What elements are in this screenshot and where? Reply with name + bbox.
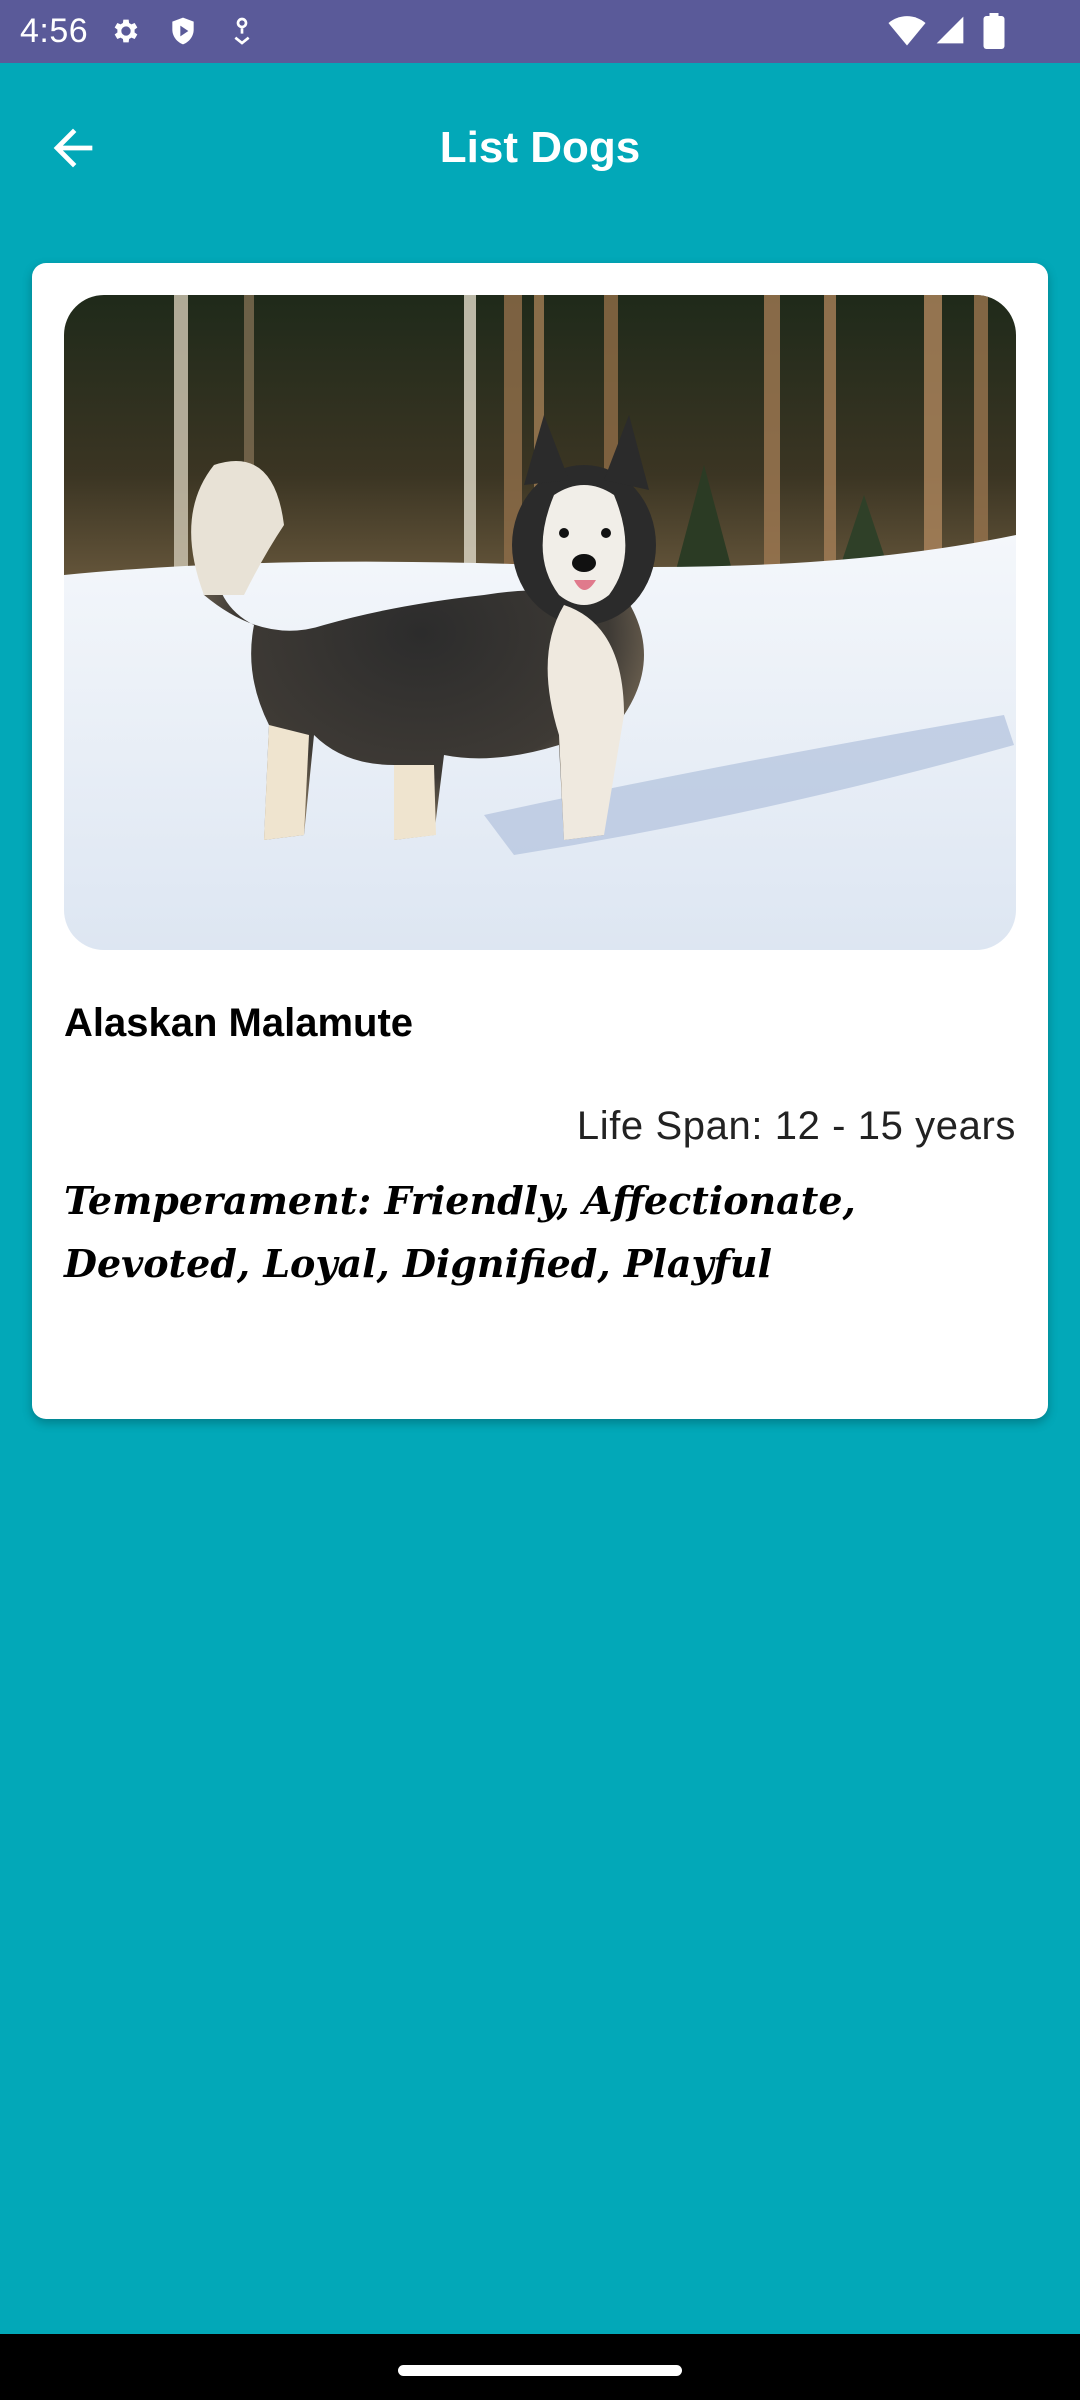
life-span: Life Span: 12 - 15 years [576,1104,1016,1148]
page-title: List Dogs [439,123,641,172]
dog-card[interactable]: Alaskan Malamute Life Span: 12 - 15 year… [32,263,1048,1419]
wifi-icon [888,13,926,47]
navigation-bar [0,2334,1080,2400]
shield-icon [167,15,199,47]
signal-icon [934,13,966,47]
temperament: Temperament: Friendly, Affectionate, Dev… [64,1178,856,1286]
app-bar: List Dogs [0,63,1080,233]
status-bar: 4:56 [0,0,1080,63]
home-indicator[interactable] [398,2365,682,2376]
battery-icon [982,13,1006,49]
gear-icon [110,15,142,47]
location-icon [226,15,258,47]
dog-photo [64,295,1016,950]
status-time: 4:56 [20,12,89,50]
dog-name: Alaskan Malamute [64,1001,414,1045]
